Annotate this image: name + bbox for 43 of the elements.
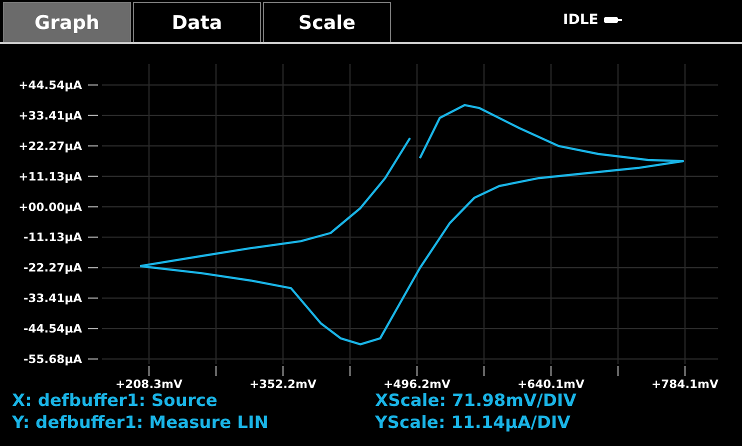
plug-icon bbox=[604, 16, 622, 24]
y-source-text: Y: defbuffer1: Measure LIN bbox=[12, 412, 270, 434]
tick-mark bbox=[88, 114, 98, 116]
tick-mark bbox=[88, 358, 98, 360]
tick-mark bbox=[416, 366, 418, 376]
y-tick-label: -55.68µA bbox=[23, 352, 82, 366]
x-tick-label: +784.1mV bbox=[652, 377, 718, 391]
y-scale-text: YScale: 11.14µA/DIV bbox=[375, 412, 572, 434]
x-tick-label: +640.1mV bbox=[518, 377, 584, 391]
status-text: IDLE bbox=[563, 12, 598, 28]
x-tick-label: +208.3mV bbox=[116, 377, 182, 391]
tick-mark bbox=[282, 366, 284, 376]
y-tick-label: -22.27µA bbox=[23, 260, 82, 275]
y-tick-label: +33.41µA bbox=[18, 108, 82, 122]
tick-mark bbox=[88, 328, 98, 330]
tick-mark bbox=[349, 366, 351, 376]
tick-mark bbox=[684, 366, 686, 376]
x-scale-text: XScale: 71.98mV/DIV bbox=[375, 390, 578, 412]
tick-mark bbox=[88, 267, 98, 268]
tab[interactable]: Data bbox=[133, 2, 261, 42]
tick-mark bbox=[88, 145, 98, 146]
tick-mark bbox=[88, 236, 98, 238]
y-tick-label: -44.54µA bbox=[23, 322, 82, 336]
tick-mark bbox=[88, 206, 98, 208]
tick-mark bbox=[617, 366, 619, 376]
tick-mark bbox=[88, 298, 98, 299]
tick-mark bbox=[88, 84, 98, 86]
y-tick-label: +44.54µA bbox=[18, 78, 82, 92]
tick-mark bbox=[483, 366, 485, 376]
x-source-text: X: defbuffer1: Source bbox=[12, 390, 218, 412]
y-tick-label: -33.41µA bbox=[23, 291, 82, 306]
y-tick-label: +00.00µA bbox=[18, 200, 82, 214]
y-tick-label: +22.27µA bbox=[18, 138, 82, 153]
tab[interactable]: Graph bbox=[3, 2, 131, 42]
tab[interactable]: Scale bbox=[263, 2, 391, 42]
tick-mark bbox=[215, 366, 217, 376]
y-tick-label: +11.13µA bbox=[18, 169, 82, 184]
x-tick-label: +352.2mV bbox=[250, 377, 316, 391]
x-tick-label: +496.2mV bbox=[384, 377, 450, 391]
tick-mark bbox=[550, 366, 552, 376]
y-tick-label: -11.13µA bbox=[23, 230, 82, 244]
tick-mark bbox=[88, 176, 98, 177]
tick-mark bbox=[148, 366, 150, 376]
